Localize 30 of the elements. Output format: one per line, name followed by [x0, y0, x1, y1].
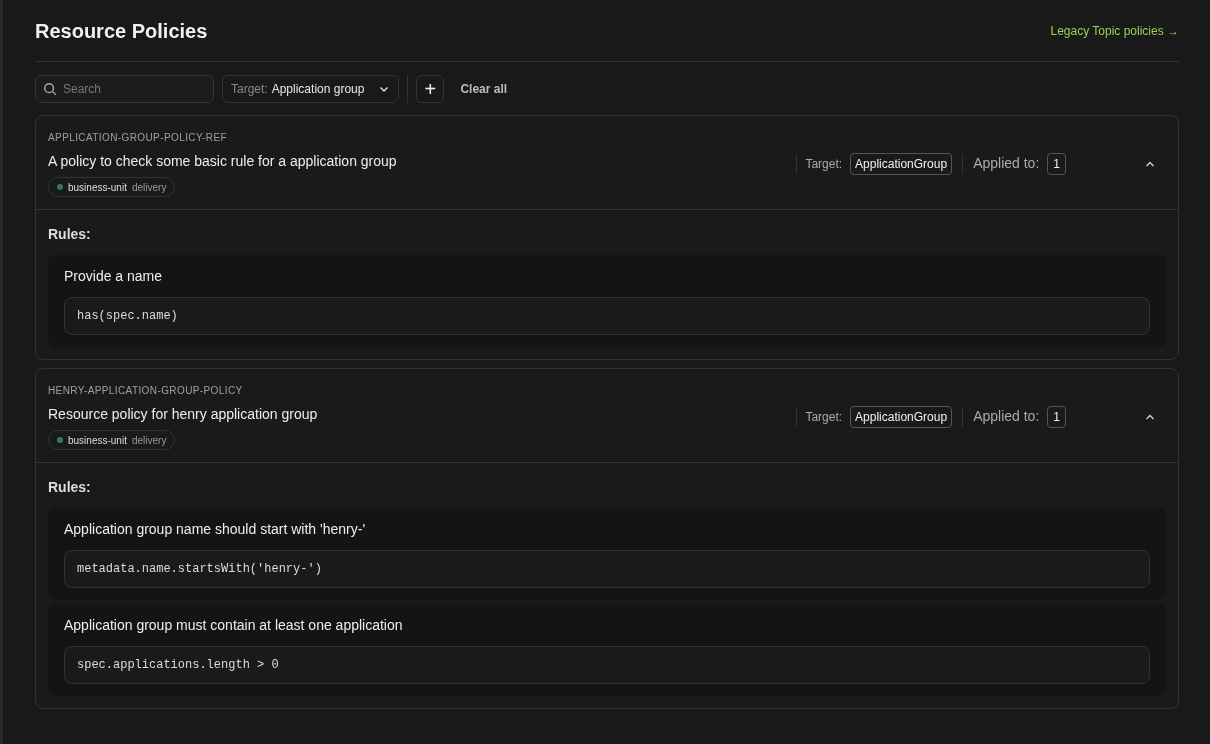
policy-description: A policy to check some basic rule for a application group: [48, 152, 398, 171]
label-key: business-unit: [68, 432, 127, 448]
rules-heading: Rules:: [48, 225, 92, 244]
applied-to-label: Applied to:: [973, 154, 1040, 173]
rule-expression: metadata.name.startsWith('henry-'): [64, 550, 1150, 588]
rule-name: Application group must contain at least one application: [64, 616, 404, 634]
target-filter-dropdown[interactable]: Target: Application group: [222, 74, 400, 103]
legacy-policies-link[interactable]: Legacy Topic policies →: [1050, 21, 1179, 40]
applied-count: 1: [1047, 152, 1066, 175]
rule-expression: has(spec.name): [64, 297, 1150, 335]
target-value: ApplicationGroup: [850, 405, 953, 428]
applied-to-label: Applied to:: [973, 407, 1040, 426]
page-title: Resource Policies: [35, 18, 208, 44]
policy-id: APPLICATION-GROUP-POLICY-REF: [48, 131, 228, 145]
rule-name: Application group name should start with 'henry-': [64, 520, 367, 538]
target-value: ApplicationGroup: [850, 152, 953, 175]
add-filter-button[interactable]: +: [416, 74, 445, 103]
target-label: Target:: [805, 155, 843, 173]
clear-all-button[interactable]: Clear all: [460, 79, 508, 98]
label-key: business-unit: [68, 179, 127, 195]
label-value: delivery: [131, 180, 167, 195]
rules-heading: Rules:: [48, 478, 92, 497]
target-label: Target:: [805, 408, 843, 426]
label-value: delivery: [131, 433, 167, 448]
applied-count: 1: [1047, 405, 1066, 428]
policy-id: HENRY-APPLICATION-GROUP-POLICY: [48, 384, 244, 398]
rule-expression: spec.applications.length > 0: [64, 646, 1150, 684]
policy-description: Resource policy for henry application group: [48, 405, 319, 424]
rule-name: Provide a name: [64, 267, 164, 285]
search-field[interactable]: Search: [35, 74, 214, 103]
